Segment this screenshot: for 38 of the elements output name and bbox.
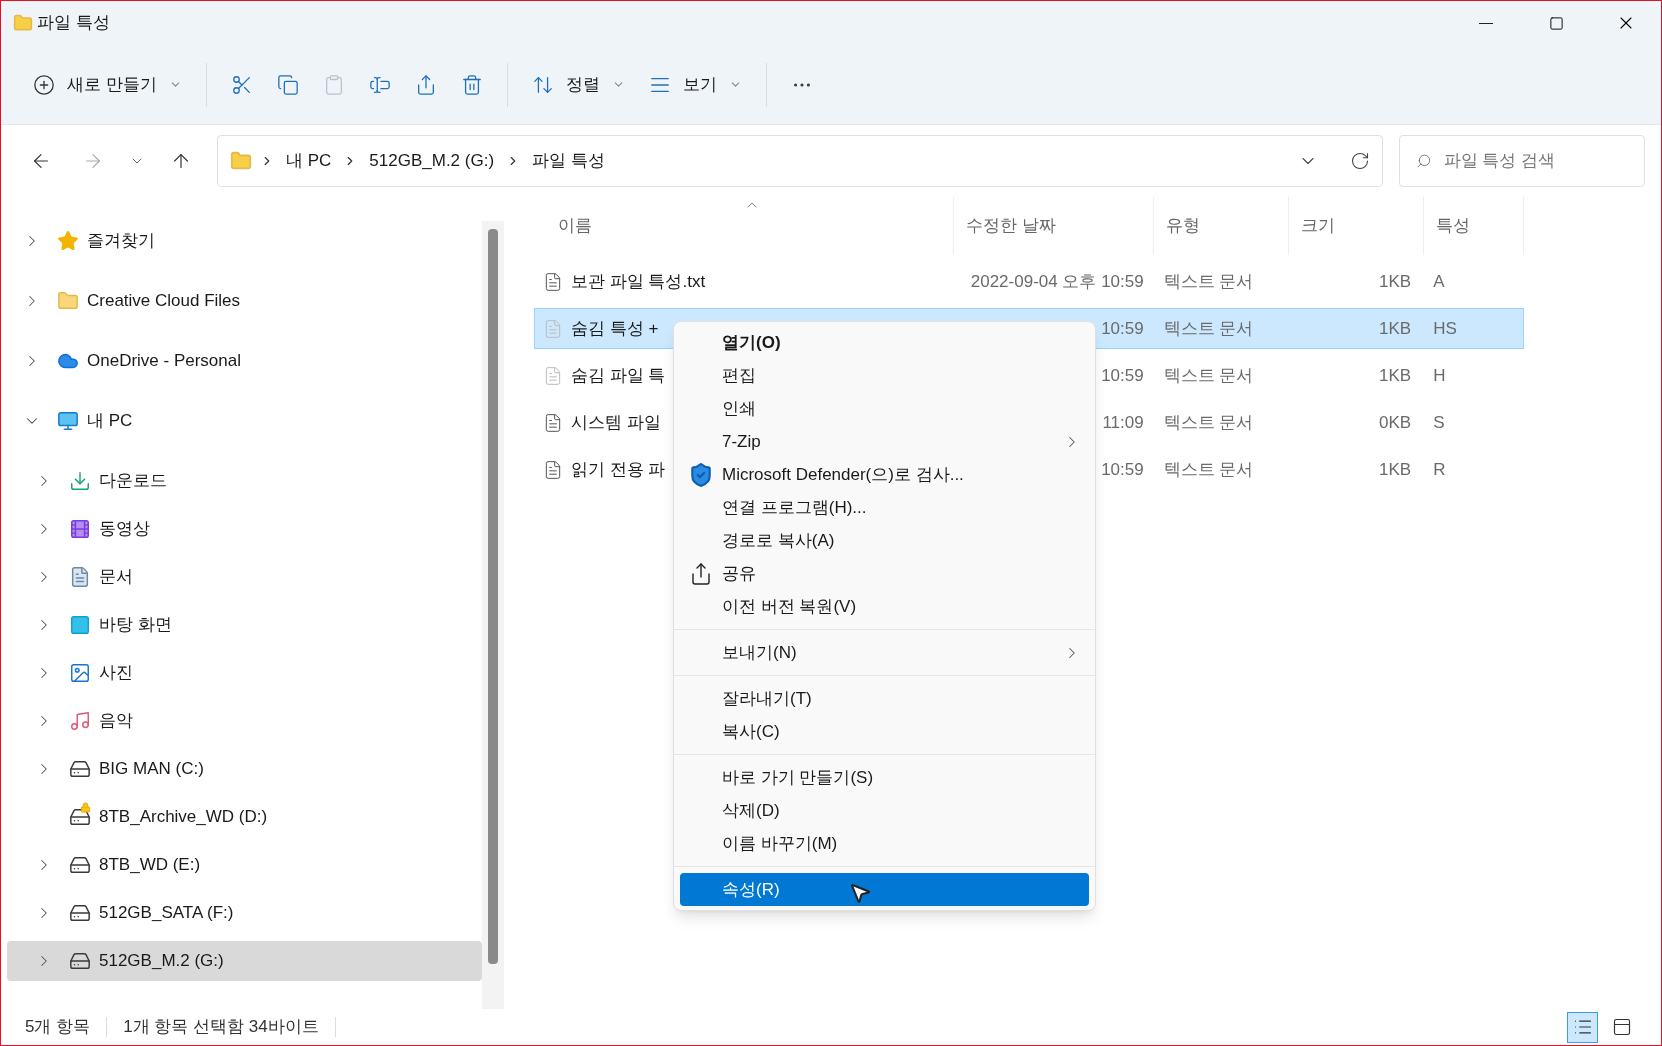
file-attributes: R [1433, 459, 1446, 479]
selection-info: 1개 항목 선택함 34바이트 [123, 1016, 319, 1039]
sidebar-label: Creative Cloud Files [87, 290, 241, 313]
sidebar-label: 8TB_WD (E:) [99, 854, 201, 877]
file-size: 1KB [1379, 317, 1412, 340]
item-count: 5개 항목 [25, 1016, 91, 1039]
file-type: 텍스트 문서 [1163, 271, 1254, 291]
file-size: 0KB [1379, 411, 1412, 434]
file-size: 1KB [1379, 364, 1412, 387]
window-title: 파일 특성 [37, 12, 110, 35]
sidebar-label: 512GB_SATA (F:) [99, 902, 234, 925]
file-type: 텍스트 문서 [1163, 459, 1254, 479]
modified-date: 11:09 [1102, 411, 1144, 434]
file-attributes: H [1433, 365, 1446, 385]
sidebar-label: BIG MAN (C:) [99, 758, 204, 781]
file-size: 1KB [1379, 458, 1412, 481]
sidebar-label: 8TB_Archive_WD (D:) [99, 806, 268, 829]
modified-date: 10:59 [1101, 317, 1144, 340]
sidebar-label: 사진 [99, 662, 133, 685]
sidebar-label: 동영상 [99, 518, 150, 541]
sidebar-label: 내 PC [87, 410, 133, 433]
sidebar-label: 다운로드 [99, 470, 167, 493]
file-type: 텍스트 문서 [1163, 318, 1254, 338]
file-type: 텍스트 문서 [1163, 365, 1254, 385]
sidebar-label: 즐겨찾기 [87, 230, 155, 253]
sidebar-label: 바탕 화면 [99, 614, 172, 637]
file-attributes: A [1433, 271, 1445, 291]
sidebar-label: OneDrive - Personal [87, 350, 241, 373]
sidebar-label: 음악 [99, 710, 133, 733]
sidebar-label: 512GB_M.2 (G:) [99, 950, 224, 973]
modified-date: 10:59 [1101, 458, 1144, 481]
file-size: 1KB [1379, 270, 1412, 293]
modified-date: 10:59 [1101, 364, 1144, 387]
file-attributes: HS [1433, 318, 1457, 338]
sidebar-label: 문서 [99, 566, 133, 589]
file-type: 텍스트 문서 [1163, 412, 1254, 432]
modified-date: 2022-09-04 오후 10:59 [970, 270, 1144, 293]
file-attributes: S [1433, 412, 1445, 432]
